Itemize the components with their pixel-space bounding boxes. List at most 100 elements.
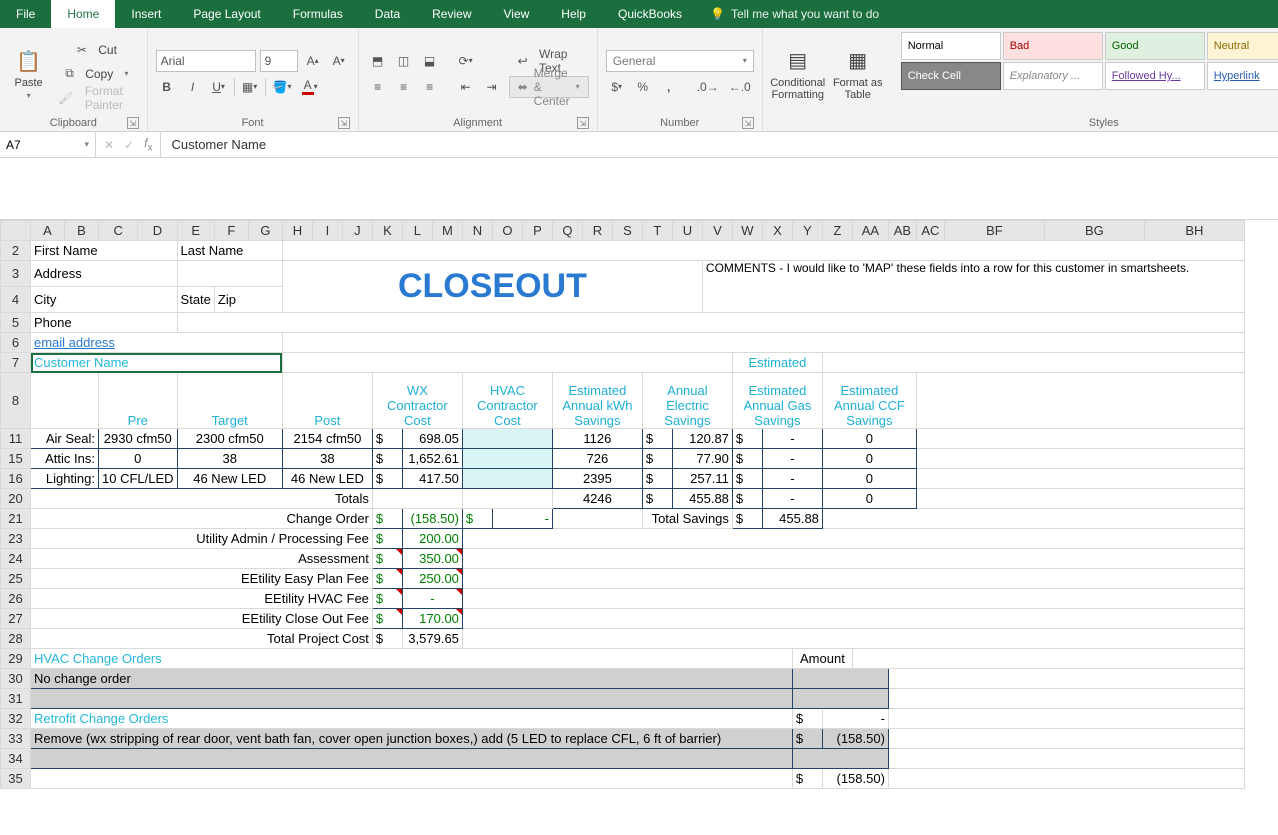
cell[interactable]: State bbox=[177, 287, 214, 313]
select-all-corner[interactable] bbox=[1, 221, 31, 241]
font-group-label: Font bbox=[242, 117, 264, 129]
merge-icon: ⬌ bbox=[518, 80, 528, 94]
format-painter-button[interactable]: 🖌 Format Painter bbox=[55, 87, 138, 109]
ribbon-group-number: General▾ $▾ % , .0→ ←.0 Number⇲ bbox=[598, 28, 763, 131]
fx-icon[interactable]: fx bbox=[144, 136, 152, 153]
align-top-button[interactable]: ⬒ bbox=[367, 50, 389, 72]
style-good[interactable]: Good bbox=[1105, 32, 1205, 60]
formula-bar: A7▾ ✕ ✓ fx Customer Name bbox=[0, 132, 1278, 158]
font-dialog-launcher[interactable]: ⇲ bbox=[338, 117, 350, 129]
hvac-co-header: HVAC Change Orders bbox=[31, 649, 793, 669]
decrease-indent-button[interactable]: ⇤ bbox=[455, 76, 477, 98]
style-checkcell[interactable]: Check Cell bbox=[901, 62, 1001, 90]
ribbon-group-condfmt: ▤ Conditional Formatting ▦ Format as Tab… bbox=[763, 28, 893, 131]
wrap-icon: ↩ bbox=[518, 54, 528, 68]
copy-icon: ⧉ bbox=[65, 66, 74, 81]
cell[interactable]: Air Seal: bbox=[31, 429, 99, 449]
style-bad[interactable]: Bad bbox=[1003, 32, 1103, 60]
scissors-icon: ✂ bbox=[77, 43, 87, 57]
menu-tab-file[interactable]: File bbox=[0, 0, 51, 28]
bucket-icon: 🪣 bbox=[273, 80, 288, 94]
closeout-title: CLOSEOUT bbox=[398, 267, 587, 305]
underline-button[interactable]: U▾ bbox=[208, 76, 230, 98]
format-as-table-button[interactable]: ▦ Format as Table bbox=[831, 32, 885, 115]
style-explanatory[interactable]: Explanatory ... bbox=[1003, 62, 1103, 90]
menu-tab-home[interactable]: Home bbox=[51, 0, 115, 28]
ribbon-group-alignment: ⬒ ◫ ⬓ ⟳▾ ≡ ≡ ≡ ⇤ ⇥ ↩ Wrap Text ⬌Merge & … bbox=[359, 28, 598, 131]
style-hyperlink[interactable]: Hyperlink bbox=[1207, 62, 1278, 90]
style-neutral[interactable]: Neutral bbox=[1207, 32, 1278, 60]
increase-font-button[interactable]: A▴ bbox=[302, 50, 324, 72]
paste-button[interactable]: 📋 Paste ▾ bbox=[8, 32, 49, 115]
alignment-dialog-launcher[interactable]: ⇲ bbox=[577, 117, 589, 129]
alignment-group-label: Alignment bbox=[453, 117, 502, 129]
menu-tab-insert[interactable]: Insert bbox=[115, 0, 177, 28]
italic-button[interactable]: I bbox=[182, 76, 204, 98]
merge-center-button[interactable]: ⬌Merge & Center▾ bbox=[509, 76, 589, 98]
clipboard-icon: 📋 bbox=[15, 47, 43, 75]
align-middle-button[interactable]: ◫ bbox=[393, 50, 415, 72]
font-color-button[interactable]: A▾ bbox=[299, 76, 321, 98]
clipboard-dialog-launcher[interactable]: ⇲ bbox=[127, 117, 139, 129]
cancel-icon[interactable]: ✕ bbox=[104, 138, 114, 152]
style-normal[interactable]: Normal bbox=[901, 32, 1001, 60]
increase-decimal-button[interactable]: .0→ bbox=[694, 76, 722, 98]
enter-icon[interactable]: ✓ bbox=[124, 138, 134, 152]
cell-styles-gallery[interactable]: Normal Bad Good Neutral Check Cell Expla… bbox=[901, 32, 1278, 115]
menu-tab-quickbooks[interactable]: QuickBooks bbox=[602, 0, 698, 28]
ribbon-group-font: A▴ A▾ B I U▾ ▦▾ 🪣▾ A▾ Font ⇲ bbox=[148, 28, 359, 131]
number-dialog-launcher[interactable]: ⇲ bbox=[742, 117, 754, 129]
orientation-button[interactable]: ⟳▾ bbox=[455, 50, 477, 72]
tell-me-label: Tell me what you want to do bbox=[731, 7, 879, 21]
style-followed-hyperlink[interactable]: Followed Hy... bbox=[1105, 62, 1205, 90]
align-left-button[interactable]: ≡ bbox=[367, 76, 389, 98]
fill-color-button[interactable]: 🪣▾ bbox=[270, 76, 295, 98]
font-name-select[interactable] bbox=[156, 50, 256, 72]
align-bottom-button[interactable]: ⬓ bbox=[419, 50, 441, 72]
email-link[interactable]: email address bbox=[34, 335, 115, 350]
comment-text: COMMENTS - I would like to 'MAP' these f… bbox=[702, 261, 1244, 313]
menu-tab-help[interactable]: Help bbox=[545, 0, 602, 28]
menu-tab-formulas[interactable]: Formulas bbox=[277, 0, 359, 28]
cell[interactable]: Phone bbox=[31, 313, 178, 333]
menu-tab-view[interactable]: View bbox=[488, 0, 546, 28]
copy-button[interactable]: ⧉ Copy ▾ bbox=[55, 63, 138, 85]
clipboard-group-label: Clipboard bbox=[50, 117, 97, 129]
menu-tab-review[interactable]: Review bbox=[416, 0, 487, 28]
tell-me[interactable]: 💡 Tell me what you want to do bbox=[698, 0, 891, 28]
cell[interactable]: City bbox=[31, 287, 178, 313]
table-icon: ▦ bbox=[844, 47, 872, 75]
conditional-formatting-button[interactable]: ▤ Conditional Formatting bbox=[771, 32, 825, 115]
currency-button[interactable]: $▾ bbox=[606, 76, 628, 98]
decrease-font-button[interactable]: A▾ bbox=[328, 50, 350, 72]
styles-group-label: Styles bbox=[1089, 117, 1119, 129]
increase-indent-button[interactable]: ⇥ bbox=[481, 76, 503, 98]
ribbon: 📋 Paste ▾ ✂ Cut ⧉ Copy ▾ 🖌 Format Painte… bbox=[0, 28, 1278, 132]
comma-button[interactable]: , bbox=[658, 76, 680, 98]
borders-button[interactable]: ▦▾ bbox=[239, 76, 261, 98]
font-size-select[interactable] bbox=[260, 50, 298, 72]
column-headers[interactable]: ABCDEFGHIJKLMNOPQRSTUVWXYZAAABACBFBGBH bbox=[1, 221, 1245, 241]
lightbulb-icon: 💡 bbox=[710, 7, 725, 21]
worksheet-grid[interactable]: ABCDEFGHIJKLMNOPQRSTUVWXYZAAABACBFBGBH 2… bbox=[0, 220, 1278, 835]
paste-label: Paste bbox=[15, 77, 43, 89]
cell[interactable]: Last Name bbox=[177, 241, 282, 261]
cell[interactable]: Zip bbox=[214, 287, 282, 313]
formula-bar-expanded bbox=[0, 158, 1278, 220]
align-right-button[interactable]: ≡ bbox=[419, 76, 441, 98]
menu-tab-pagelayout[interactable]: Page Layout bbox=[177, 0, 276, 28]
ribbon-group-clipboard: 📋 Paste ▾ ✂ Cut ⧉ Copy ▾ 🖌 Format Painte… bbox=[0, 28, 148, 131]
cell[interactable]: Address bbox=[31, 261, 178, 287]
cut-button[interactable]: ✂ Cut bbox=[55, 39, 138, 61]
number-format-select[interactable]: General▾ bbox=[606, 50, 754, 72]
align-center-button[interactable]: ≡ bbox=[393, 76, 415, 98]
ribbon-group-styles: Normal Bad Good Neutral Check Cell Expla… bbox=[893, 28, 1278, 131]
selected-cell[interactable]: Customer Name bbox=[34, 355, 129, 370]
formula-input[interactable]: Customer Name bbox=[161, 132, 1278, 157]
percent-button[interactable]: % bbox=[632, 76, 654, 98]
name-box[interactable]: A7▾ bbox=[0, 132, 96, 157]
bold-button[interactable]: B bbox=[156, 76, 178, 98]
decrease-decimal-button[interactable]: ←.0 bbox=[726, 76, 754, 98]
menu-tab-data[interactable]: Data bbox=[359, 0, 416, 28]
cell[interactable]: First Name bbox=[31, 241, 178, 261]
